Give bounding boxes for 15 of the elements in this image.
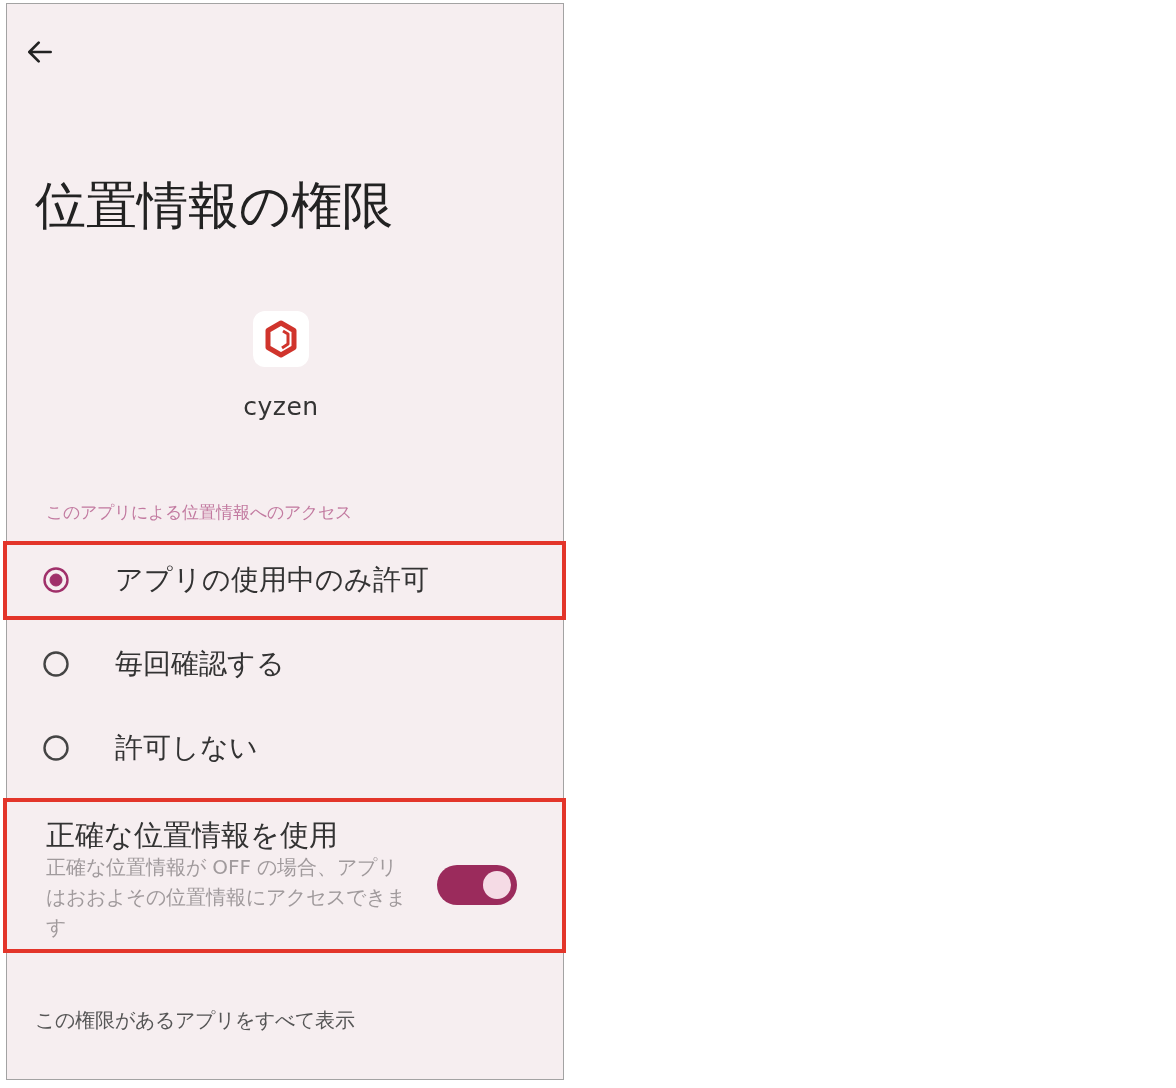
radio-button[interactable] [43, 567, 69, 593]
page-title: 位置情報の権限 [35, 178, 393, 234]
app-icon [253, 311, 309, 367]
setting-title: 正確な位置情報を使用 [46, 820, 339, 852]
setting-description: 正確な位置情報が OFF の場合、アプリはおおよその位置情報にアクセスできます [46, 854, 407, 941]
section-heading: このアプリによる位置情報へのアクセス [46, 503, 352, 523]
back-icon[interactable] [28, 40, 52, 64]
show-all-apps-link[interactable]: この権限があるアプリをすべて表示 [35, 1008, 355, 1032]
radio-button[interactable] [43, 651, 69, 677]
app-name: cyzen [243, 392, 319, 422]
radio-button[interactable] [43, 735, 69, 761]
toggle-switch[interactable] [437, 865, 517, 905]
option-label[interactable]: 毎回確認する [115, 647, 285, 681]
option-label[interactable]: 許可しない [115, 731, 258, 765]
option-label[interactable]: アプリの使用中のみ許可 [115, 563, 429, 597]
